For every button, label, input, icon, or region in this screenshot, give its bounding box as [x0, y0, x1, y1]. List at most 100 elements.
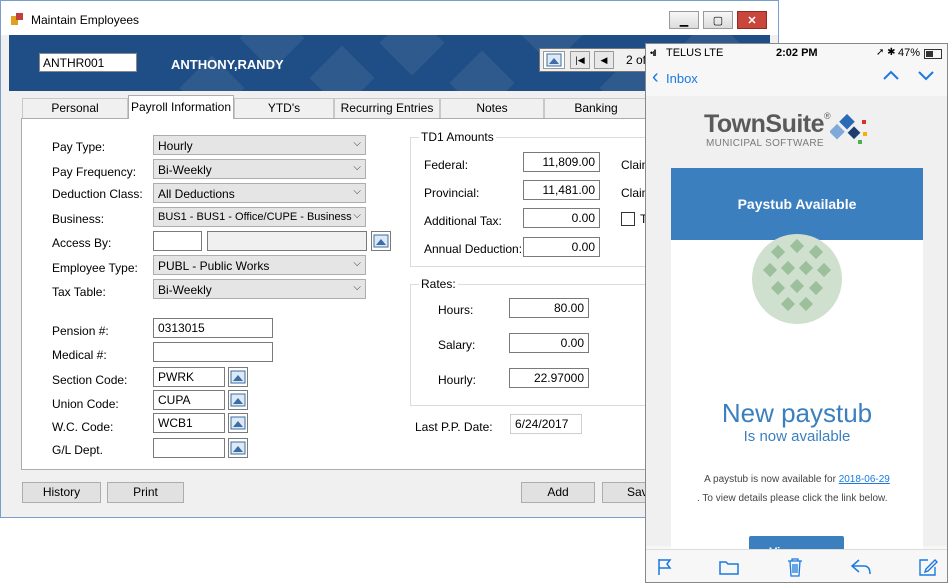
business-select[interactable]: BUS1 - BUS1 - Office/CUPE - Business ⌵ [153, 207, 366, 227]
tax-table-label: Tax Table: [52, 285, 106, 299]
pay-frequency-select[interactable]: Bi-Weekly ⌵ [153, 159, 366, 179]
td1-title: TD1 Amounts [419, 130, 496, 144]
paystub-date-link[interactable]: 2018-06-29 [839, 474, 890, 485]
trash-icon[interactable] [786, 557, 804, 580]
chevron-down-icon: ⌵ [353, 258, 361, 269]
wc-code-input[interactable]: WCB1 [153, 413, 225, 433]
section-code-label: Section Code: [52, 373, 128, 387]
phone-screenshot: •ıll TELUS LTE 2:02 PM ➚ ✱ 47% ‹ Inbox T… [645, 43, 948, 583]
reply-icon[interactable] [850, 558, 872, 579]
tab-ytds[interactable]: YTD's [234, 98, 334, 118]
minimize-button[interactable]: ▁ [669, 11, 699, 29]
medical-label: Medical #: [52, 348, 107, 362]
section-code-input[interactable]: PWRK [153, 367, 225, 387]
gl-dept-input[interactable] [153, 438, 225, 458]
flag-icon[interactable] [656, 558, 672, 579]
rates-title: Rates: [419, 277, 458, 291]
maximize-button[interactable]: ▢ [703, 11, 733, 29]
medical-input[interactable] [153, 342, 273, 362]
tax-table-value: Bi-Weekly [158, 283, 212, 297]
deduction-class-select[interactable]: All Deductions ⌵ [153, 183, 366, 203]
back-chevron-icon[interactable]: ‹ [652, 66, 659, 89]
employee-type-select[interactable]: PUBL - Public Works ⌵ [153, 255, 366, 275]
chevron-down-icon: ⌵ [353, 138, 361, 149]
first-record-icon[interactable]: |◀ [570, 51, 590, 69]
chevron-down-icon: ⌵ [353, 210, 361, 221]
last-pp-date-value: 6/24/2017 [510, 414, 582, 434]
tab-notes[interactable]: Notes [440, 98, 544, 118]
pension-input[interactable]: 0313015 [153, 318, 273, 338]
wc-code-lookup-icon[interactable] [228, 413, 248, 433]
save-button[interactable]: Sav [602, 482, 648, 503]
brand-subtitle: MUNICIPAL SOFTWARE [706, 138, 824, 149]
employee-id-field[interactable]: ANTHR001 [39, 53, 137, 72]
up-chevron-icon[interactable] [882, 69, 900, 84]
body-line-1: A paystub is now available for 2018-06-2… [671, 474, 923, 485]
brand-name: TownSuite [704, 110, 825, 138]
provincial-input[interactable]: 11,481.00 [523, 180, 600, 200]
status-bar: •ıll TELUS LTE 2:02 PM ➚ ✱ 47% [646, 44, 947, 64]
body-line-2: . To view details please click the link … [697, 493, 888, 504]
annual-deduction-input[interactable]: 0.00 [523, 237, 600, 257]
signal-icon: •ıll [650, 48, 657, 58]
salary-label: Salary: [438, 338, 476, 352]
notification-card: Paystub Available New paystub Is now ava… [671, 168, 923, 568]
inbox-back-link[interactable]: Inbox [666, 71, 698, 86]
folder-icon[interactable] [719, 559, 739, 578]
down-chevron-icon[interactable] [917, 69, 935, 84]
tax-table-select[interactable]: Bi-Weekly ⌵ [153, 279, 366, 299]
hours-label: Hours: [438, 303, 474, 317]
employee-type-label: Employee Type: [52, 261, 138, 275]
tab-personal-information[interactable]: Personal Information [22, 98, 128, 134]
access-by-description [207, 231, 367, 251]
federal-input[interactable]: 11,809.00 [523, 152, 600, 172]
history-button[interactable]: History [22, 482, 101, 503]
wc-code-label: W.C. Code: [52, 420, 114, 434]
carrier: TELUS [666, 47, 702, 59]
location-bluetooth-icons: ➚ ✱ [876, 47, 896, 58]
hourly-input[interactable]: 22.97000 [509, 368, 589, 388]
tab-payroll-information[interactable]: Payroll Information [128, 95, 234, 119]
pay-frequency-value: Bi-Weekly [158, 163, 212, 177]
access-by-lookup-icon[interactable] [371, 231, 391, 251]
td1-checkbox[interactable] [621, 212, 635, 226]
pay-type-label: Pay Type: [52, 140, 106, 154]
title-bar: Maintain Employees ▁ ▢ ✕ [1, 1, 778, 35]
card-title: Paystub Available [737, 196, 857, 212]
additional-tax-label: Additional Tax: [424, 214, 502, 228]
additional-tax-input[interactable]: 0.00 [523, 208, 600, 228]
hourly-label: Hourly: [438, 373, 477, 387]
window-title: Maintain Employees [31, 13, 140, 27]
close-button[interactable]: ✕ [737, 11, 767, 29]
add-button[interactable]: Add [521, 482, 595, 503]
gl-dept-label: G/L Dept. [52, 443, 103, 457]
headline: New paystub [721, 398, 873, 428]
salary-input[interactable]: 0.00 [509, 333, 589, 353]
chevron-down-icon: ⌵ [353, 186, 361, 197]
paystub-pattern-icon [751, 233, 843, 328]
access-by-input[interactable] [153, 231, 202, 251]
gl-dept-lookup-icon[interactable] [228, 438, 248, 458]
body-prefix: A paystub is now available for [704, 474, 839, 485]
tab-recurring-entries[interactable]: Recurring Entries [334, 98, 440, 118]
hours-input[interactable]: 80.00 [509, 298, 589, 318]
pay-type-select[interactable]: Hourly ⌵ [153, 135, 366, 155]
subheadline: Is now available [743, 428, 851, 445]
employee-name: ANTHONY,RANDY [171, 57, 284, 72]
business-value: BUS1 - BUS1 - Office/CUPE - Business [158, 211, 352, 223]
previous-record-icon[interactable]: ◀ [594, 51, 614, 69]
union-code-lookup-icon[interactable] [228, 390, 248, 410]
clock: 2:02 PM [776, 47, 818, 59]
chevron-down-icon: ⌵ [353, 162, 361, 173]
compose-icon[interactable] [918, 557, 938, 580]
section-code-lookup-icon[interactable] [228, 367, 248, 387]
employee-type-value: PUBL - Public Works [158, 259, 270, 273]
print-button[interactable]: Print [107, 482, 184, 503]
app-icon [11, 13, 23, 25]
union-code-input[interactable]: CUPA [153, 390, 225, 410]
deduction-class-value: All Deductions [158, 187, 235, 201]
provincial-label: Provincial: [424, 186, 480, 200]
tab-banking[interactable]: Banking [544, 98, 648, 118]
access-by-label: Access By: [52, 236, 112, 250]
lookup-icon[interactable] [543, 51, 565, 69]
